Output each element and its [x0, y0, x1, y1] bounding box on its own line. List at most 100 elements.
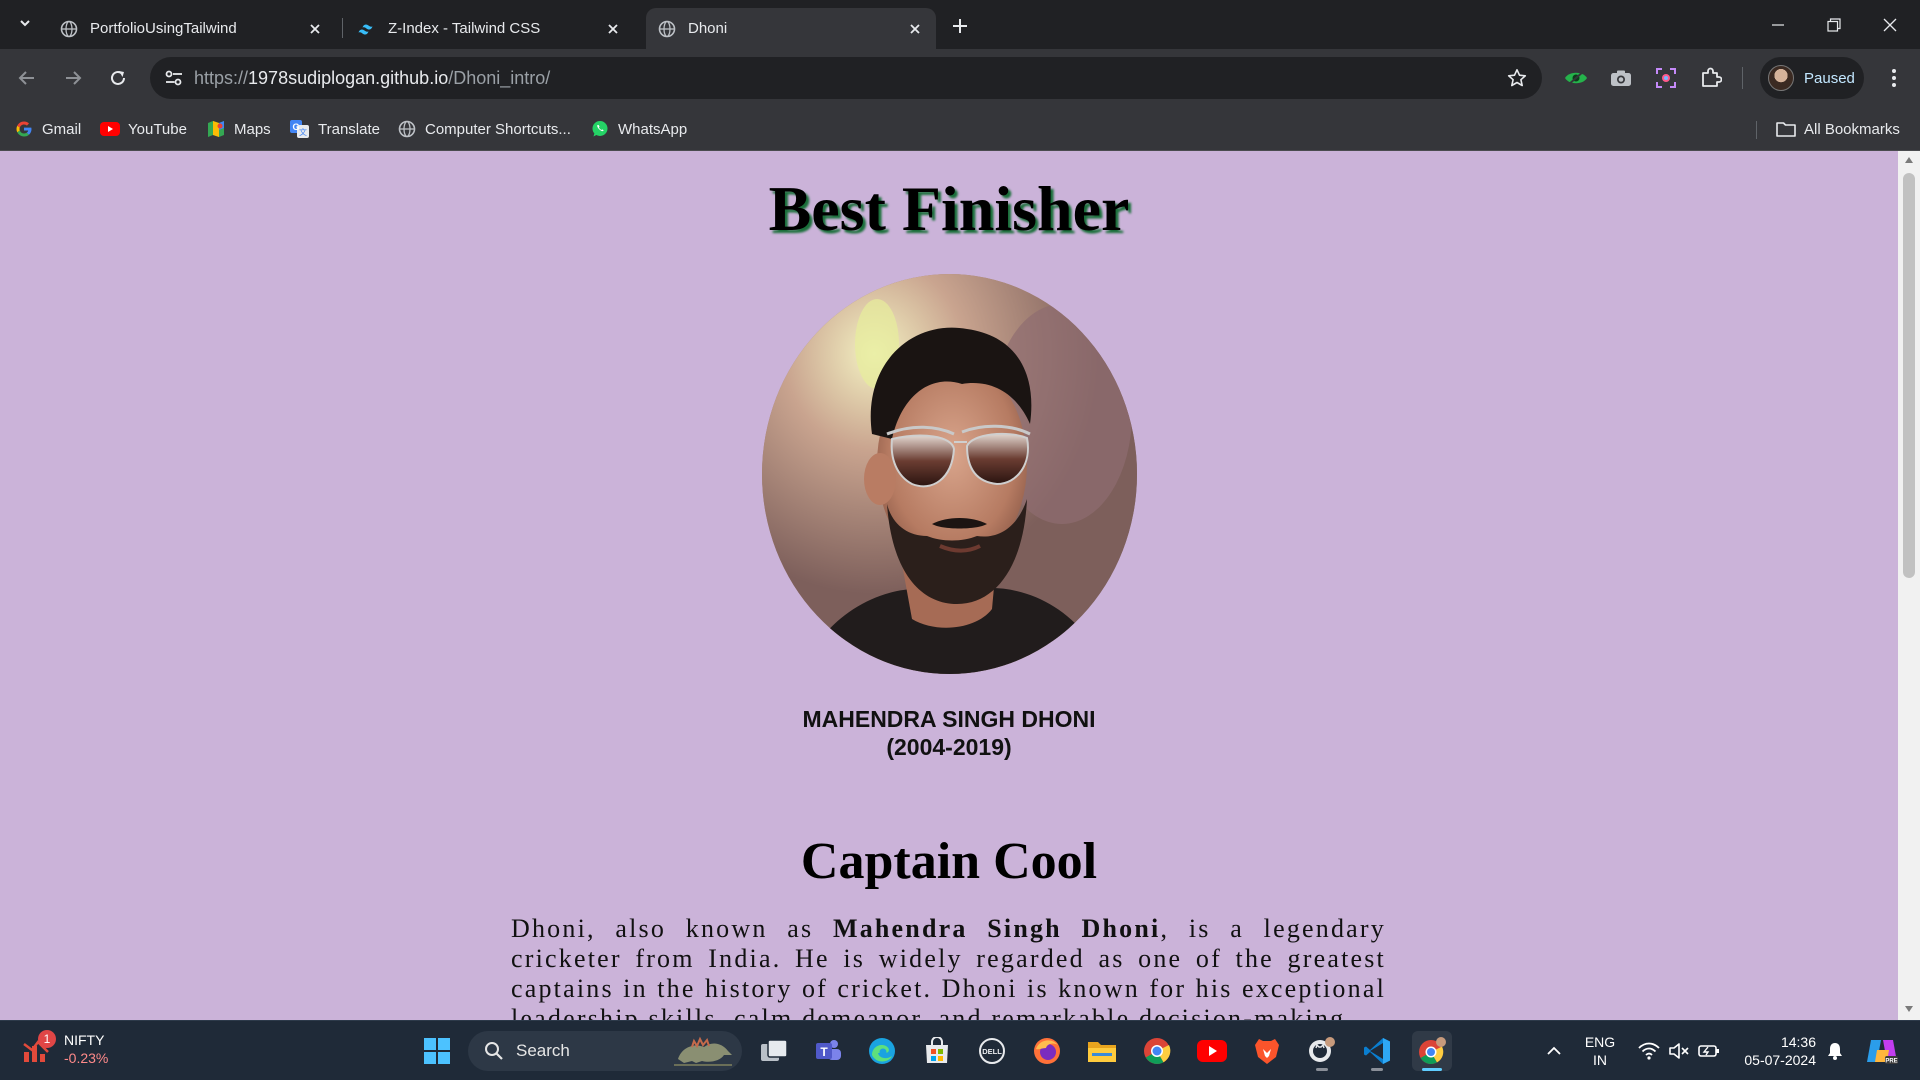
- tab-title: PortfolioUsingTailwind: [90, 20, 237, 37]
- youtube-app[interactable]: [1192, 1031, 1232, 1071]
- store-icon: [926, 1037, 948, 1063]
- microsoft-store-app[interactable]: [917, 1031, 957, 1071]
- forward-button[interactable]: [57, 62, 89, 94]
- dinosaur-illustration-icon: [674, 1036, 732, 1066]
- reload-button[interactable]: [102, 62, 134, 94]
- windows-logo-icon: [424, 1038, 450, 1064]
- tab-dhoni[interactable]: Dhoni: [646, 8, 936, 49]
- page-scrollbar[interactable]: [1898, 151, 1920, 1020]
- show-hidden-icons-button[interactable]: [1540, 1021, 1568, 1080]
- more-menu-button[interactable]: [1880, 62, 1908, 94]
- back-button[interactable]: [11, 62, 43, 94]
- bookmark-whatsapp[interactable]: WhatsApp: [590, 115, 687, 143]
- bookmark-star-icon[interactable]: [1506, 67, 1528, 89]
- scroll-up-icon[interactable]: [1904, 155, 1914, 165]
- region-code: IN: [1593, 1052, 1607, 1068]
- maps-icon: [206, 119, 226, 139]
- tab-search-button[interactable]: [12, 10, 38, 36]
- language-code: ENG: [1584, 1034, 1616, 1050]
- wifi-icon: [1638, 1042, 1660, 1060]
- bookmark-label: Translate: [318, 120, 380, 138]
- chevron-up-icon: [1547, 1046, 1561, 1055]
- bookmark-computer-shortcuts[interactable]: Computer Shortcuts...: [397, 115, 571, 143]
- bio-prefix: Dhoni, also known as: [511, 914, 814, 943]
- edge-app[interactable]: [862, 1031, 902, 1071]
- screen-capture-icon[interactable]: [1652, 64, 1680, 92]
- close-icon[interactable]: [306, 20, 324, 38]
- address-bar[interactable]: https://1978sudiplogan.github.io/Dhoni_i…: [150, 57, 1542, 99]
- bio-full-name: Mahendra Singh Dhoni: [832, 914, 1161, 943]
- reload-icon: [111, 70, 125, 85]
- bookmark-maps[interactable]: Maps: [206, 115, 271, 143]
- restore-button[interactable]: [1806, 0, 1861, 49]
- chrome-profile-app[interactable]: [1412, 1031, 1452, 1071]
- start-button[interactable]: [417, 1031, 457, 1071]
- chrome-app[interactable]: [1137, 1031, 1177, 1071]
- notifications-button[interactable]: [1822, 1021, 1848, 1080]
- dell-app[interactable]: DELL: [972, 1031, 1012, 1071]
- bio-paragraph: Dhoni, also known as Mahendra Singh Dhon…: [511, 914, 1386, 1020]
- scroll-down-icon[interactable]: [1904, 1004, 1914, 1014]
- vscode-icon: [1364, 1038, 1390, 1064]
- stock-widget[interactable]: 1 NIFTY -0.23%: [22, 1030, 109, 1067]
- eye-extension-icon[interactable]: [1562, 64, 1590, 92]
- github-desktop-app[interactable]: [1302, 1031, 1342, 1071]
- bookmark-label: Computer Shortcuts...: [425, 120, 571, 138]
- bookmark-youtube[interactable]: YouTube: [100, 115, 187, 143]
- svg-text:文: 文: [299, 127, 307, 137]
- vscode-app[interactable]: [1357, 1031, 1397, 1071]
- bookmark-translate[interactable]: G文 Translate: [290, 115, 380, 143]
- bookmark-label: Maps: [234, 120, 271, 138]
- close-window-button[interactable]: [1862, 0, 1917, 49]
- language-indicator[interactable]: ENG IN: [1576, 1021, 1624, 1080]
- page-viewport: Best Finisher MAHENDRA SINGH DHONI (2004…: [0, 151, 1920, 1020]
- battery-status[interactable]: [1694, 1021, 1724, 1080]
- whatsapp-icon: [590, 119, 610, 139]
- folder-icon: [1088, 1042, 1116, 1062]
- close-icon[interactable]: [604, 20, 622, 38]
- kebab-icon: [1892, 69, 1896, 87]
- url-scheme: https://: [194, 67, 249, 88]
- bookmark-label: YouTube: [128, 120, 187, 138]
- arrow-left-icon: [18, 71, 34, 85]
- stock-change: -0.23%: [64, 1050, 109, 1066]
- all-bookmarks-button[interactable]: All Bookmarks: [1776, 115, 1900, 143]
- minimize-button[interactable]: [1750, 0, 1805, 49]
- windows-taskbar: 1 NIFTY -0.23% Search T DELL ENG IN 14:3…: [0, 1020, 1920, 1080]
- wifi-status[interactable]: [1634, 1021, 1664, 1080]
- teams-icon: T: [816, 1040, 841, 1060]
- tab-tailwind-zindex[interactable]: Z-Index - Tailwind CSS: [346, 8, 634, 49]
- task-view-button[interactable]: [754, 1031, 794, 1071]
- file-explorer-app[interactable]: [1082, 1031, 1122, 1071]
- new-tab-button[interactable]: [946, 12, 974, 40]
- url-path: /Dhoni_intro/: [448, 67, 551, 88]
- taskbar-search[interactable]: Search: [468, 1031, 742, 1071]
- bookmark-label: Gmail: [42, 120, 82, 138]
- copilot-button[interactable]: PRE: [1860, 1021, 1904, 1080]
- scrollbar-thumb[interactable]: [1903, 173, 1915, 578]
- brave-app[interactable]: [1247, 1031, 1287, 1071]
- dell-icon: DELL: [979, 1038, 1005, 1064]
- volume-status[interactable]: [1664, 1021, 1694, 1080]
- globe-icon: [658, 20, 676, 38]
- page-title: Best Finisher: [768, 173, 1130, 244]
- close-icon[interactable]: [906, 20, 924, 38]
- google-icon: [14, 119, 34, 139]
- camera-icon[interactable]: [1607, 64, 1635, 92]
- profile-button[interactable]: Paused: [1760, 57, 1864, 99]
- restore-icon: [1826, 17, 1841, 32]
- address-url: https://1978sudiplogan.github.io/Dhoni_i…: [194, 68, 550, 89]
- stock-name: NIFTY: [64, 1032, 105, 1048]
- teams-app[interactable]: T: [808, 1031, 848, 1071]
- tab-title: Dhoni: [688, 20, 728, 37]
- player-caption: MAHENDRA SINGH DHONI (2004-2019): [0, 705, 1898, 761]
- system-clock[interactable]: 14:36 05-07-2024: [1736, 1033, 1816, 1069]
- site-settings-icon[interactable]: [154, 57, 194, 99]
- firefox-app[interactable]: [1027, 1031, 1067, 1071]
- close-icon: [1883, 18, 1896, 31]
- svg-text:DELL: DELL: [982, 1047, 1002, 1056]
- bookmarks-bar: Gmail YouTube Maps G文 Translate Computer…: [0, 107, 1920, 151]
- tab-portfolio[interactable]: PortfolioUsingTailwind: [48, 8, 336, 49]
- bookmark-gmail[interactable]: Gmail: [14, 115, 81, 143]
- extensions-puzzle-icon[interactable]: [1697, 64, 1725, 92]
